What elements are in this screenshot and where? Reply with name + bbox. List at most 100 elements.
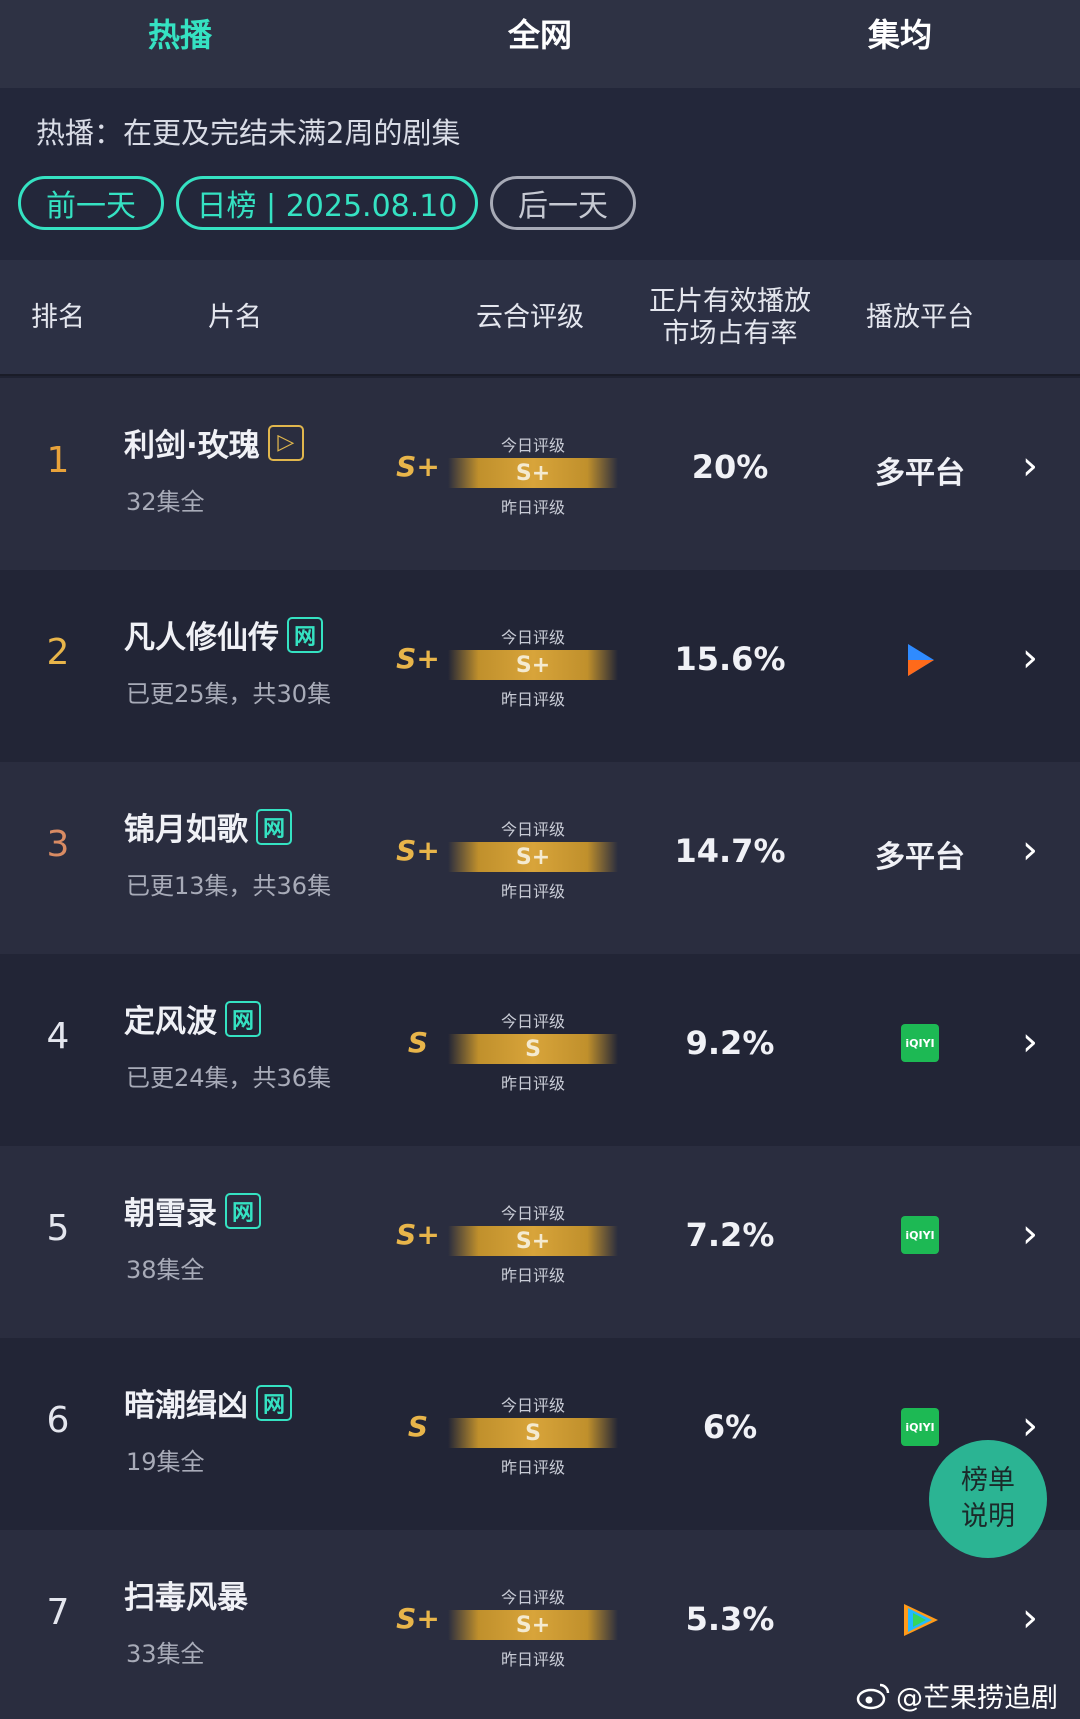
grade-label: S (407, 1410, 429, 1443)
date-selector[interactable]: 日榜 | 2025.08.10 (176, 176, 478, 230)
market-share: 7.2% (685, 1216, 775, 1254)
grade-bar: S+ (448, 650, 618, 680)
grade-indicator: 今日评级 S+ 昨日评级 (448, 428, 618, 520)
info-panel: 热播：在更及完结未满2周的剧集 前一天 日榜 | 2025.08.10 后一天 (0, 88, 1080, 260)
web-drama-badge: 网 (287, 616, 323, 653)
chevron-right-icon[interactable]: › (1022, 1214, 1038, 1254)
platform (840, 1600, 1000, 1640)
drama-title-line: 暗潮缉凶网 (124, 1380, 292, 1425)
today-grade-label: 今日评级 (500, 1012, 565, 1031)
fab-line2: 说明 (961, 1501, 1015, 1532)
credit-text: @芒果捞追剧 (896, 1683, 1058, 1714)
fast-forward-badge-icon: ▷ (267, 424, 304, 461)
web-drama-badge: 网 (225, 1000, 261, 1037)
market-share: 5.3% (685, 1600, 775, 1638)
table-row[interactable]: 1 利剑·玫瑰 ▷ 32集全 S+ 今日评级 S+ 昨日评级 20% 多平台 › (0, 378, 1080, 570)
iqiyi-icon: iQIYI (901, 1408, 939, 1446)
youku-icon (908, 644, 934, 676)
table-row[interactable]: 2 凡人修仙传网 已更25集，共30集 S+ 今日评级 S+ 昨日评级 15.6… (0, 570, 1080, 762)
grade-indicator: 今日评级 S 昨日评级 (448, 1388, 618, 1480)
rank-number: 6 (46, 1400, 70, 1441)
chevron-right-icon[interactable]: › (1022, 446, 1038, 486)
drama-title: 锦月如歌 (124, 812, 248, 848)
episode-info: 已更25集，共30集 (126, 680, 332, 708)
grade-bar: S+ (448, 1610, 618, 1640)
chevron-right-icon[interactable]: › (1022, 1406, 1038, 1446)
yesterday-grade-label: 昨日评级 (500, 1458, 565, 1477)
platform: iQIYI (840, 1216, 1000, 1254)
drama-title-line: 凡人修仙传网 (124, 612, 323, 657)
prev-day-button[interactable]: 前一天 (18, 176, 164, 230)
chevron-right-icon[interactable]: › (1022, 638, 1038, 678)
chevron-right-icon[interactable]: › (1022, 830, 1038, 870)
rank-number: 1 (46, 440, 70, 481)
grade-label: S+ (396, 450, 440, 483)
episode-info: 38集全 (126, 1256, 205, 1284)
grade-label: S+ (396, 1602, 440, 1635)
header-platform: 播放平台 (866, 302, 974, 333)
drama-title: 利剑·玫瑰 (124, 428, 260, 464)
grade-indicator: 今日评级 S+ 昨日评级 (448, 620, 618, 712)
episode-info: 19集全 (126, 1448, 205, 1476)
fab-line1: 榜单 (961, 1465, 1015, 1496)
next-day-button[interactable]: 后一天 (490, 176, 636, 230)
grade-label: S+ (396, 1218, 440, 1251)
grade-indicator: 今日评级 S+ 昨日评级 (448, 1196, 618, 1288)
web-drama-badge: 网 (225, 1192, 261, 1229)
market-share: 20% (691, 448, 769, 486)
drama-title-line: 利剑·玫瑰 ▷ (124, 420, 304, 465)
header-share-line1: 正片有效播放 (649, 286, 811, 317)
grade-label: S+ (396, 834, 440, 867)
today-grade-label: 今日评级 (500, 1588, 565, 1607)
episode-info: 已更24集，共36集 (126, 1064, 332, 1092)
drama-title: 暗潮缉凶 (124, 1388, 248, 1424)
market-share: 9.2% (685, 1024, 775, 1062)
drama-title-line: 定风波网 (124, 996, 261, 1041)
tab-all-network[interactable]: 全网 (360, 0, 720, 88)
table-header: 排名 片名 云合评级 正片有效播放 市场占有率 播放平台 (0, 260, 1080, 376)
web-drama-badge: 网 (256, 808, 292, 845)
chevron-right-icon[interactable]: › (1022, 1022, 1038, 1062)
drama-title: 朝雪录 (124, 1196, 217, 1232)
header-rating: 云合评级 (476, 302, 584, 333)
platform-label: 多平台 (875, 840, 965, 875)
tab-hot[interactable]: 热播 (0, 0, 360, 94)
header-share: 正片有效播放 市场占有率 (640, 260, 820, 376)
yesterday-grade-label: 昨日评级 (500, 882, 565, 901)
grade-label: S (407, 1026, 429, 1059)
platform (840, 640, 1000, 680)
yesterday-grade-label: 昨日评级 (500, 498, 565, 517)
today-grade-label: 今日评级 (500, 1204, 565, 1223)
episode-info: 32集全 (126, 488, 205, 516)
rank-number: 7 (46, 1592, 70, 1633)
table-row[interactable]: 4 定风波网 已更24集，共36集 S 今日评级 S 昨日评级 9.2% iQI… (0, 954, 1080, 1146)
tab-per-episode[interactable]: 集均 (720, 0, 1080, 88)
table-row[interactable]: 5 朝雪录网 38集全 S+ 今日评级 S+ 昨日评级 7.2% iQIYI › (0, 1146, 1080, 1338)
rank-number: 3 (46, 824, 70, 865)
grade-indicator: 今日评级 S+ 昨日评级 (448, 812, 618, 904)
episode-info: 已更13集，共36集 (126, 872, 332, 900)
rank-number: 4 (46, 1016, 70, 1057)
drama-title: 扫毒风暴 (124, 1580, 248, 1616)
grade-bar: S (448, 1418, 618, 1448)
yesterday-grade-label: 昨日评级 (500, 690, 565, 709)
table-row[interactable]: 6 暗潮缉凶网 19集全 S 今日评级 S 昨日评级 6% iQIYI › (0, 1338, 1080, 1530)
watermark-credit: @芒果捞追剧 (856, 1676, 1058, 1715)
platform: 多平台 (840, 448, 1000, 492)
yesterday-grade-label: 昨日评级 (500, 1650, 565, 1669)
today-grade-label: 今日评级 (500, 436, 565, 455)
chart-explanation-button[interactable]: 榜单 说明 (929, 1440, 1047, 1558)
episode-info: 33集全 (126, 1640, 205, 1668)
market-share: 15.6% (674, 640, 786, 678)
drama-title-line: 扫毒风暴 (124, 1572, 248, 1617)
chevron-right-icon[interactable]: › (1022, 1598, 1038, 1638)
grade-indicator: 今日评级 S+ 昨日评级 (448, 1580, 618, 1672)
grade-indicator: 今日评级 S 昨日评级 (448, 1004, 618, 1096)
tencent-video-icon (904, 1604, 938, 1636)
iqiyi-icon: iQIYI (901, 1216, 939, 1254)
platform: 多平台 (840, 832, 1000, 876)
drama-title: 定风波 (124, 1004, 217, 1040)
info-description: 热播：在更及完结未满2周的剧集 (36, 116, 461, 150)
table-row[interactable]: 3 锦月如歌网 已更13集，共36集 S+ 今日评级 S+ 昨日评级 14.7%… (0, 762, 1080, 954)
drama-title-line: 锦月如歌网 (124, 804, 292, 849)
